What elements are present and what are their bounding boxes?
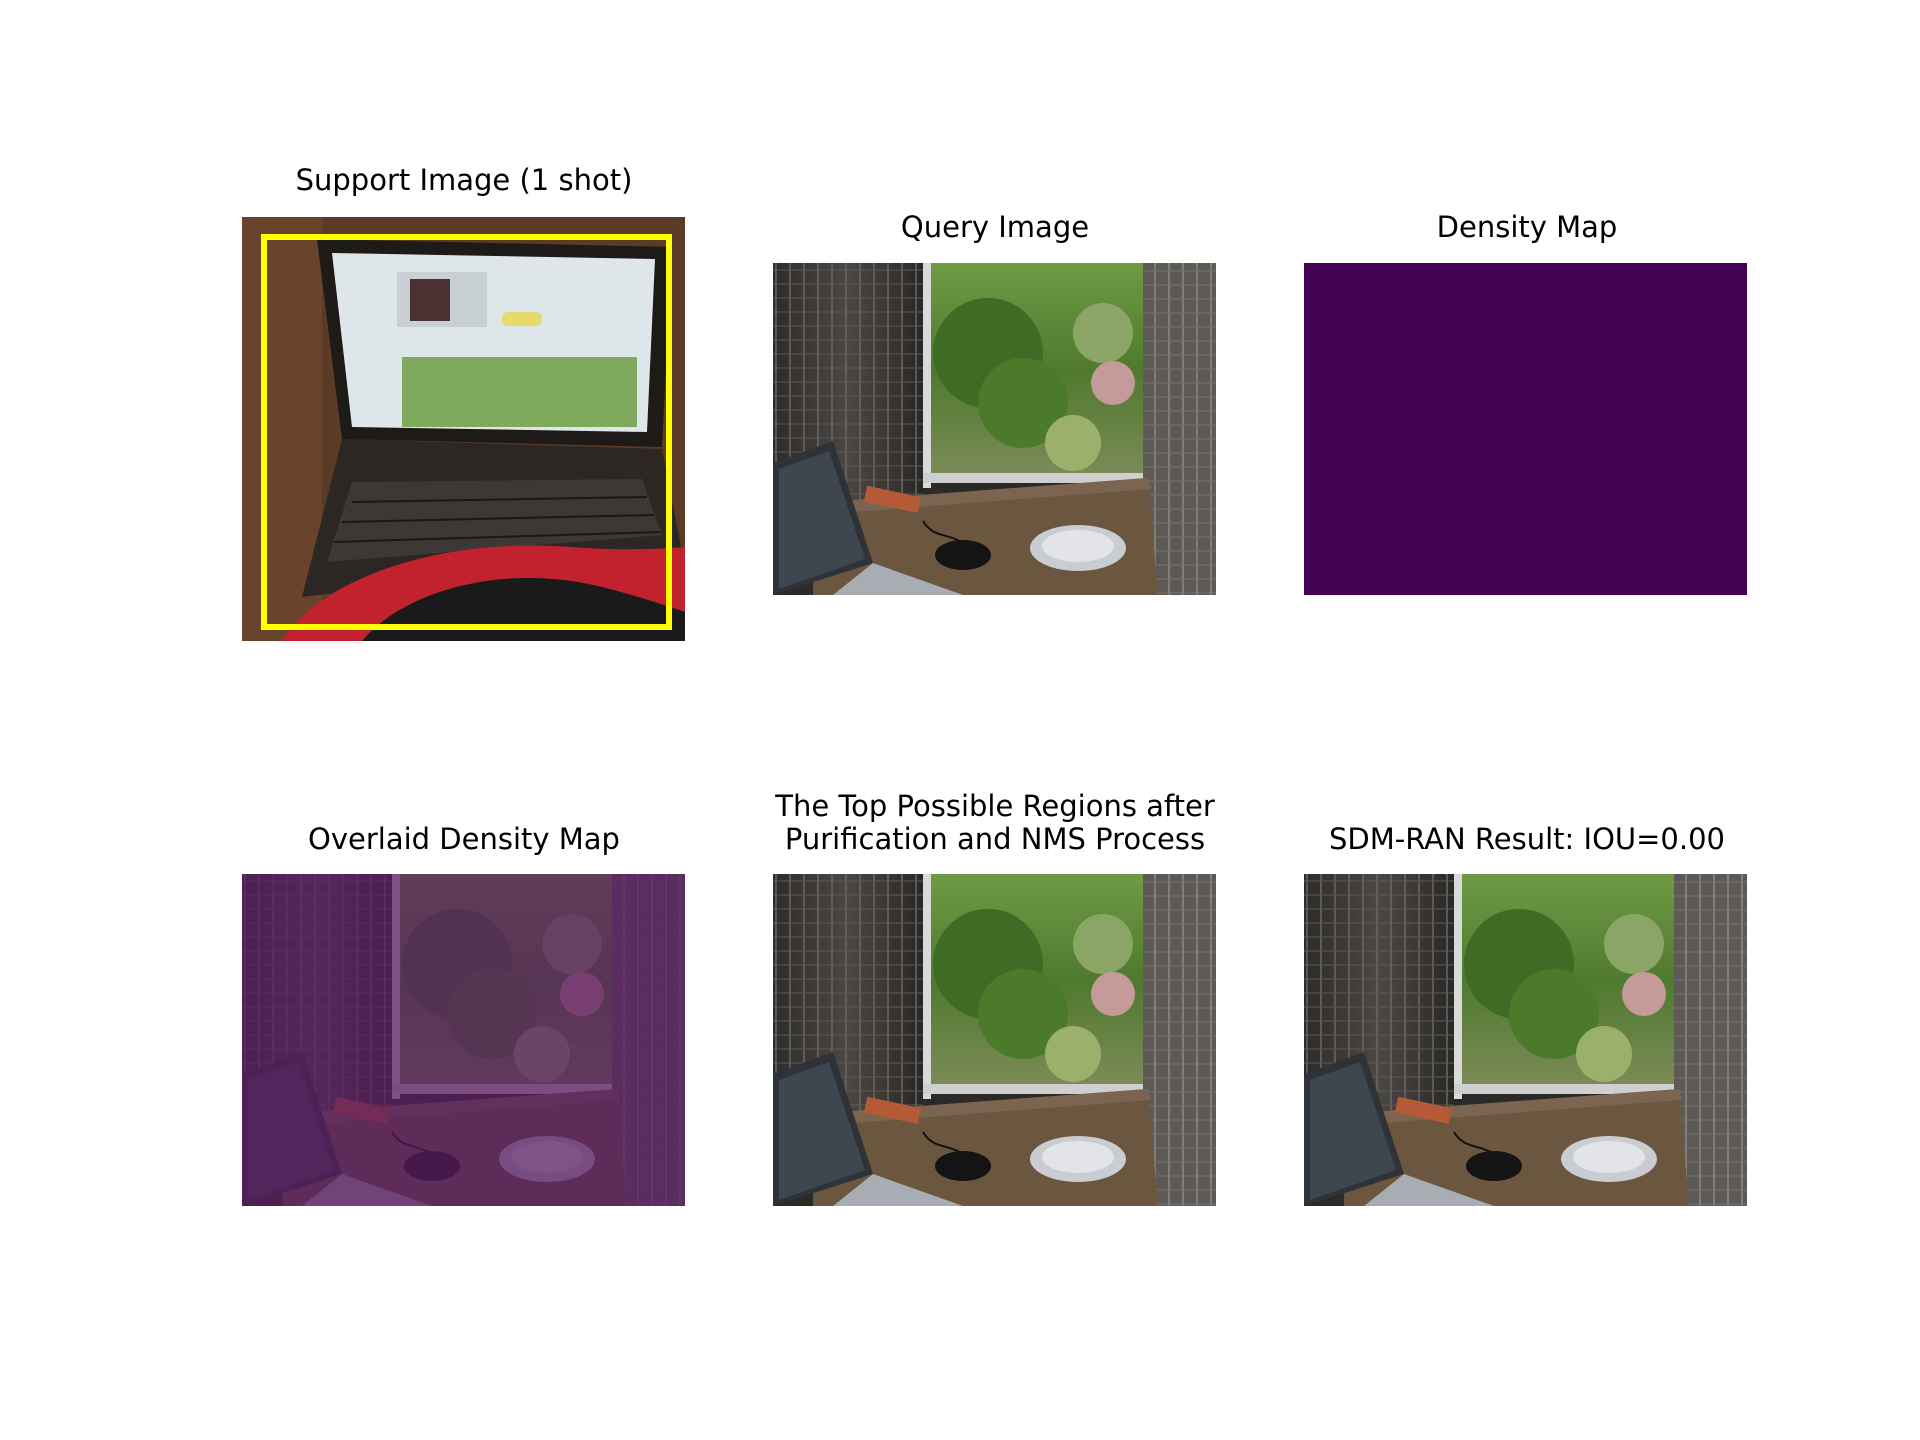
overlaid-photo xyxy=(242,874,685,1206)
laptop-photo xyxy=(242,217,685,641)
sdm-ran-result-title: SDM-RAN Result: IOU=0.00 xyxy=(1328,822,1726,856)
overlaid-density-map-title: Overlaid Density Map xyxy=(308,822,620,856)
query-image-panel xyxy=(773,263,1216,595)
support-image-panel xyxy=(242,217,685,641)
overlaid-density-map-panel xyxy=(242,874,685,1206)
density-map-panel xyxy=(1304,263,1747,595)
top-regions-panel xyxy=(773,874,1216,1206)
support-image-title: Support Image (1 shot) xyxy=(295,163,633,197)
sdm-ran-result-panel xyxy=(1304,874,1747,1206)
density-map-title: Density Map xyxy=(1436,210,1618,244)
window-desk-photo xyxy=(773,874,1216,1206)
window-desk-photo xyxy=(1304,874,1747,1206)
window-desk-photo xyxy=(773,263,1216,595)
query-image-title: Query Image xyxy=(900,210,1090,244)
top-regions-title: The Top Possible Regions after Purificat… xyxy=(775,789,1215,856)
